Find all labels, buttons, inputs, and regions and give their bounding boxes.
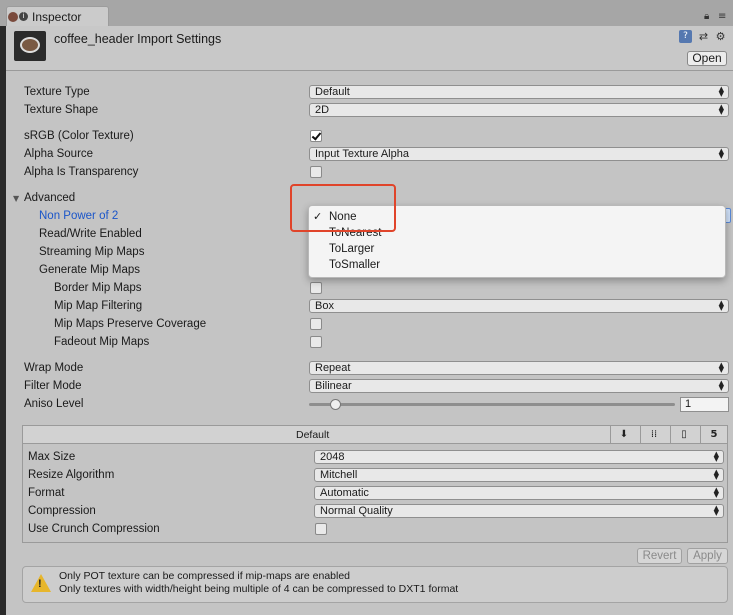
texture-type-dropdown[interactable]: Default ▲ ▼ bbox=[309, 85, 729, 99]
resize-algorithm-label: Resize Algorithm bbox=[28, 469, 115, 481]
border-mip-label: Border Mip Maps bbox=[54, 282, 142, 294]
max-size-label: Max Size bbox=[28, 451, 76, 463]
max-size-dropdown[interactable]: 2048 ▲ ▼ bbox=[314, 450, 724, 464]
resize-algorithm-dropdown[interactable]: Mitchell ▲ ▼ bbox=[314, 468, 724, 482]
streaming-mip-label: Streaming Mip Maps bbox=[39, 246, 145, 258]
dropdown-arrows-icon: ▲ ▼ bbox=[713, 504, 719, 517]
standalone-icon[interactable]: ⁞⁞ bbox=[640, 426, 667, 443]
filter-mode-dropdown[interactable]: Bilinear ▲ ▼ bbox=[309, 379, 729, 393]
fadeout-mip-checkbox[interactable] bbox=[310, 336, 322, 348]
lock-icon[interactable]: 🔒︎ bbox=[704, 11, 709, 22]
wrap-mode-label: Wrap Mode bbox=[24, 362, 84, 374]
format-label: Format bbox=[28, 487, 65, 499]
preset-icon[interactable]: ⇄ bbox=[697, 30, 710, 43]
mip-coverage-checkbox[interactable] bbox=[310, 318, 322, 330]
texture-type-label: Texture Type bbox=[24, 86, 90, 98]
menu-item-tosmaller[interactable]: ToSmaller bbox=[329, 259, 380, 271]
mip-coverage-label: Mip Maps Preserve Coverage bbox=[54, 318, 207, 330]
compression-dropdown[interactable]: Normal Quality ▲ ▼ bbox=[314, 504, 724, 518]
texture-thumbnail bbox=[14, 31, 46, 61]
aniso-level-label: Aniso Level bbox=[24, 398, 84, 410]
info-icon: i bbox=[19, 12, 28, 21]
filter-mode-label: Filter Mode bbox=[24, 380, 82, 392]
annotation-highlight-box bbox=[290, 184, 396, 232]
advanced-foldout-label[interactable]: Advanced bbox=[24, 192, 75, 204]
warning-line-2: Only textures with width/height being mu… bbox=[59, 583, 459, 595]
border-mip-checkbox[interactable] bbox=[310, 282, 322, 294]
srgb-checkbox[interactable] bbox=[310, 130, 322, 142]
dropdown-arrows-icon: ▲ ▼ bbox=[718, 299, 724, 312]
dropdown-arrows-icon: ▲ ▼ bbox=[718, 379, 724, 392]
texture-shape-label: Texture Shape bbox=[24, 104, 99, 116]
page-title: coffee_header Import Settings bbox=[54, 32, 222, 46]
warning-line-1: Only POT texture can be compressed if mi… bbox=[59, 570, 351, 582]
dropdown-arrows-icon: ▲ ▼ bbox=[718, 103, 724, 116]
apply-button[interactable]: Apply bbox=[687, 548, 728, 564]
mip-filtering-label: Mip Map Filtering bbox=[54, 300, 143, 312]
menu-icon[interactable]: ≡ bbox=[718, 11, 726, 22]
read-write-label: Read/Write Enabled bbox=[39, 228, 142, 240]
dropdown-arrows-icon: ▲ ▼ bbox=[713, 450, 719, 463]
aniso-slider-track[interactable] bbox=[309, 403, 675, 406]
help-book-icon[interactable]: ? bbox=[679, 30, 692, 43]
coffee-cup-image bbox=[20, 37, 40, 53]
tab-label: Inspector bbox=[32, 10, 82, 24]
format-dropdown[interactable]: Automatic ▲ ▼ bbox=[314, 486, 724, 500]
mip-filtering-dropdown[interactable]: Box ▲ ▼ bbox=[309, 299, 729, 313]
settings-gear-icon[interactable]: ⚙ bbox=[714, 30, 727, 43]
dropdown-arrows-icon: ▲ ▼ bbox=[718, 85, 724, 98]
aniso-slider-thumb[interactable] bbox=[330, 399, 341, 410]
crunch-checkbox[interactable] bbox=[315, 523, 327, 535]
texture-shape-dropdown[interactable]: 2D ▲ ▼ bbox=[309, 103, 729, 117]
download-icon[interactable]: ⬇ bbox=[610, 426, 637, 443]
menu-item-tolarger[interactable]: ToLarger bbox=[329, 243, 374, 255]
window-tab-bar bbox=[0, 0, 733, 27]
dropdown-arrows-icon: ▲ ▼ bbox=[713, 468, 719, 481]
dropdown-arrows-icon: ▲ ▼ bbox=[718, 147, 724, 160]
wrap-mode-dropdown[interactable]: Repeat ▲ ▼ bbox=[309, 361, 729, 375]
alpha-transparency-checkbox[interactable] bbox=[310, 166, 322, 178]
generate-mip-label: Generate Mip Maps bbox=[39, 264, 140, 276]
mobile-icon[interactable]: ▯ bbox=[670, 426, 697, 443]
warning-exclamation: ! bbox=[38, 578, 42, 590]
npot-label: Non Power of 2 bbox=[39, 210, 119, 222]
srgb-label: sRGB (Color Texture) bbox=[24, 130, 134, 142]
platform-tab-default[interactable]: Default bbox=[296, 429, 329, 441]
dropdown-arrows-icon: ▲ ▼ bbox=[718, 361, 724, 374]
alpha-transparency-label: Alpha Is Transparency bbox=[24, 166, 139, 178]
html5-icon[interactable]: 5 bbox=[700, 426, 727, 443]
compression-label: Compression bbox=[28, 505, 96, 517]
crunch-label: Use Crunch Compression bbox=[28, 523, 160, 535]
foldout-expanded-icon[interactable]: ▼ bbox=[13, 194, 19, 203]
revert-button[interactable]: Revert bbox=[637, 548, 682, 564]
fadeout-mip-label: Fadeout Mip Maps bbox=[54, 336, 150, 348]
dropdown-arrows-icon: ▲ ▼ bbox=[713, 486, 719, 499]
open-button[interactable]: Open bbox=[687, 51, 727, 66]
aniso-level-field[interactable]: 1 bbox=[680, 397, 729, 412]
alpha-source-dropdown[interactable]: Input Texture Alpha ▲ ▼ bbox=[309, 147, 729, 161]
alpha-source-label: Alpha Source bbox=[24, 148, 94, 160]
close-tab-icon[interactable] bbox=[8, 12, 18, 22]
